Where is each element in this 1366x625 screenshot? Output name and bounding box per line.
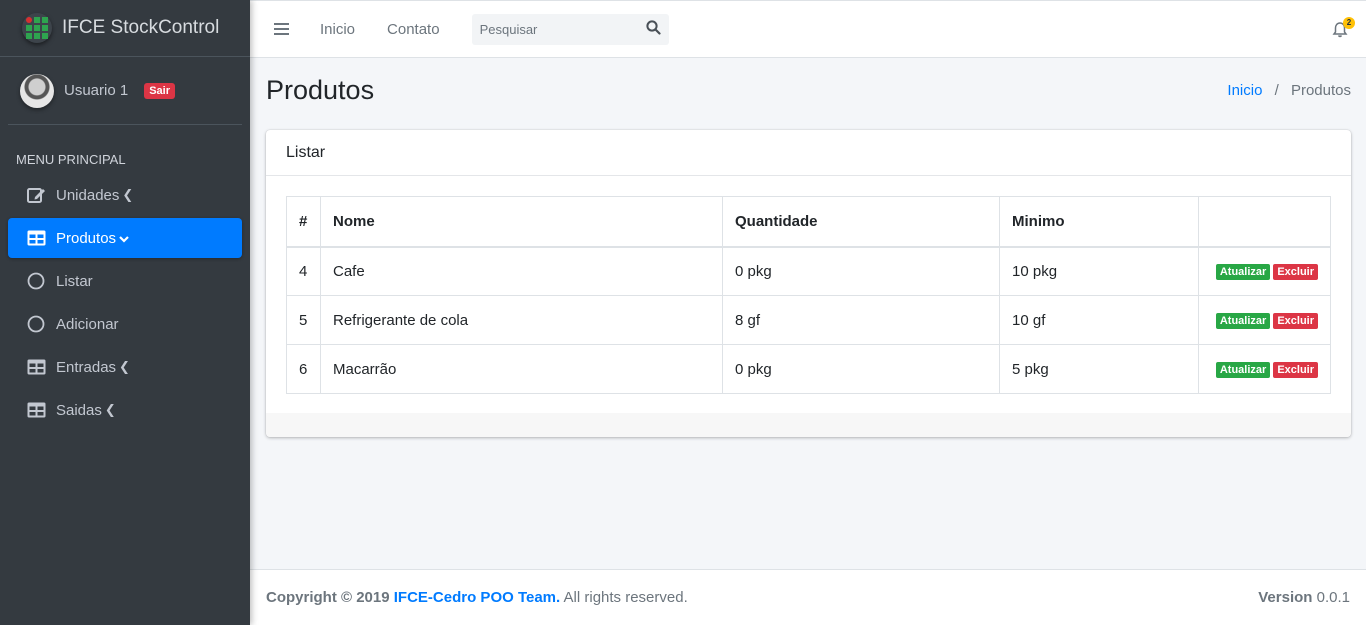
table-row: 4 Cafe 0 pkg 10 pkg Atualizar Excluir (286, 246, 1331, 296)
nav-link-contato[interactable]: Contato (387, 21, 440, 38)
nav-link-inicio[interactable]: Inicio (320, 21, 355, 38)
version-number: 0.0.1 (1316, 589, 1350, 606)
cell-quantidade: 0 pkg (722, 246, 1000, 296)
chevron-left-icon: ❮ (119, 359, 130, 374)
table-icon (26, 357, 46, 377)
column-header-actions (1198, 196, 1331, 248)
sidebar-item-label: Saidas (56, 401, 102, 419)
version-info: Version 0.0.1 (1258, 589, 1350, 606)
update-button[interactable]: Atualizar (1215, 362, 1271, 378)
products-card: Listar # Nome Quantidade Minimo 4 Cafe 0… (266, 130, 1351, 437)
card-title: Listar (266, 130, 1351, 176)
card-footer (266, 413, 1351, 437)
cell-nome: Refrigerante de cola (320, 295, 723, 345)
sidebar-item-saidas[interactable]: Saidas ❮ (8, 390, 242, 430)
breadcrumb-home-link[interactable]: Inicio (1227, 82, 1262, 99)
sidebar-item-label: Adicionar (56, 315, 119, 333)
cell-quantidade: 0 pkg (722, 344, 1000, 394)
column-header-id: # (286, 196, 321, 248)
search-box (471, 13, 669, 45)
sidebar-item-adicionar[interactable]: Adicionar (8, 304, 242, 344)
table-row: 6 Macarrão 0 pkg 5 pkg Atualizar Excluir (286, 344, 1331, 394)
cell-minimo: 10 pkg (999, 246, 1199, 296)
card-body: # Nome Quantidade Minimo 4 Cafe 0 pkg 10… (266, 176, 1351, 414)
team-link[interactable]: IFCE-Cedro POO Team. (394, 589, 560, 606)
brand-link[interactable]: IFCE StockControl (0, 0, 250, 57)
chevron-down-icon (119, 231, 129, 246)
delete-button[interactable]: Excluir (1273, 264, 1318, 281)
column-header-quantidade: Quantidade (722, 196, 1000, 248)
cell-actions: Atualizar Excluir (1198, 246, 1331, 296)
notifications-button[interactable]: 2 (1332, 17, 1355, 39)
table-header-row: # Nome Quantidade Minimo (286, 196, 1331, 248)
sidebar-item-label: Unidades (56, 186, 120, 204)
avatar (20, 73, 54, 108)
cell-id: 4 (286, 246, 321, 296)
sidebar-item-label: Produtos (56, 229, 117, 247)
cell-actions: Atualizar Excluir (1198, 295, 1331, 345)
cell-minimo: 10 gf (999, 295, 1199, 345)
breadcrumb-current: Produtos (1290, 82, 1351, 99)
sidebar-item-label: Entradas (56, 358, 117, 376)
menu-header: MENU PRINCIPAL (16, 152, 126, 167)
breadcrumb-separator: / (1274, 82, 1279, 99)
brand-title: IFCE StockControl (62, 17, 220, 38)
breadcrumb: Inicio / Produtos (1227, 82, 1351, 99)
copyright-text: Copyright © 2019 (266, 589, 390, 606)
update-button[interactable]: Atualizar (1215, 264, 1271, 281)
user-panel: Usuario 1 Sair (8, 57, 242, 125)
circle-icon (26, 271, 46, 291)
page-title: Produtos (266, 75, 375, 105)
products-table: # Nome Quantidade Minimo 4 Cafe 0 pkg 10… (286, 196, 1331, 394)
cell-quantidade: 8 gf (722, 295, 1000, 345)
user-name[interactable]: Usuario 1 (64, 82, 128, 99)
sidebar-item-produtos[interactable]: Produtos (8, 218, 242, 258)
rights-text: All rights reserved. (563, 589, 688, 606)
page-footer: Copyright © 2019 IFCE-Cedro POO Team. Al… (250, 569, 1366, 625)
cell-actions: Atualizar Excluir (1198, 344, 1331, 394)
column-header-nome: Nome (320, 196, 723, 248)
chevron-left-icon: ❮ (104, 402, 116, 417)
menu-toggle-icon[interactable] (274, 23, 289, 35)
table-row: 5 Refrigerante de cola 8 gf 10 gf Atuali… (286, 295, 1331, 345)
sidebar-item-listar[interactable]: Listar (8, 261, 242, 301)
column-header-minimo: Minimo (999, 196, 1199, 248)
circle-icon (26, 314, 46, 334)
top-navbar: Inicio Contato 2 (250, 0, 1366, 58)
cell-minimo: 5 pkg (999, 344, 1199, 394)
table-icon (26, 228, 46, 248)
delete-button[interactable]: Excluir (1273, 313, 1318, 329)
update-button[interactable]: Atualizar (1215, 313, 1271, 329)
cell-nome: Macarrão (320, 344, 723, 394)
cell-nome: Cafe (320, 246, 723, 296)
table-icon (26, 400, 46, 420)
cell-id: 6 (286, 344, 321, 394)
copyright: Copyright © 2019 IFCE-Cedro POO Team. Al… (266, 589, 688, 606)
content-header: Produtos Inicio / Produtos (266, 75, 1351, 106)
edit-icon (26, 185, 46, 205)
search-input[interactable] (479, 21, 630, 37)
notifications-badge: 2 (1343, 17, 1355, 29)
sidebar-item-label: Listar (56, 272, 93, 290)
sidebar-item-entradas[interactable]: Entradas ❮ (8, 347, 242, 387)
ifce-logo-icon (22, 13, 52, 43)
search-icon[interactable] (645, 19, 661, 39)
version-label: Version (1258, 589, 1313, 606)
logout-button[interactable]: Sair (144, 82, 175, 99)
delete-button[interactable]: Excluir (1273, 362, 1318, 378)
sidebar-nav: Unidades ❮ Produtos Listar Adicionar Ent… (0, 175, 250, 430)
main-sidebar: IFCE StockControl Usuario 1 Sair MENU PR… (0, 0, 250, 625)
chevron-left-icon: ❮ (122, 187, 134, 202)
cell-id: 5 (286, 295, 321, 345)
sidebar-item-unidades[interactable]: Unidades ❮ (8, 175, 242, 215)
